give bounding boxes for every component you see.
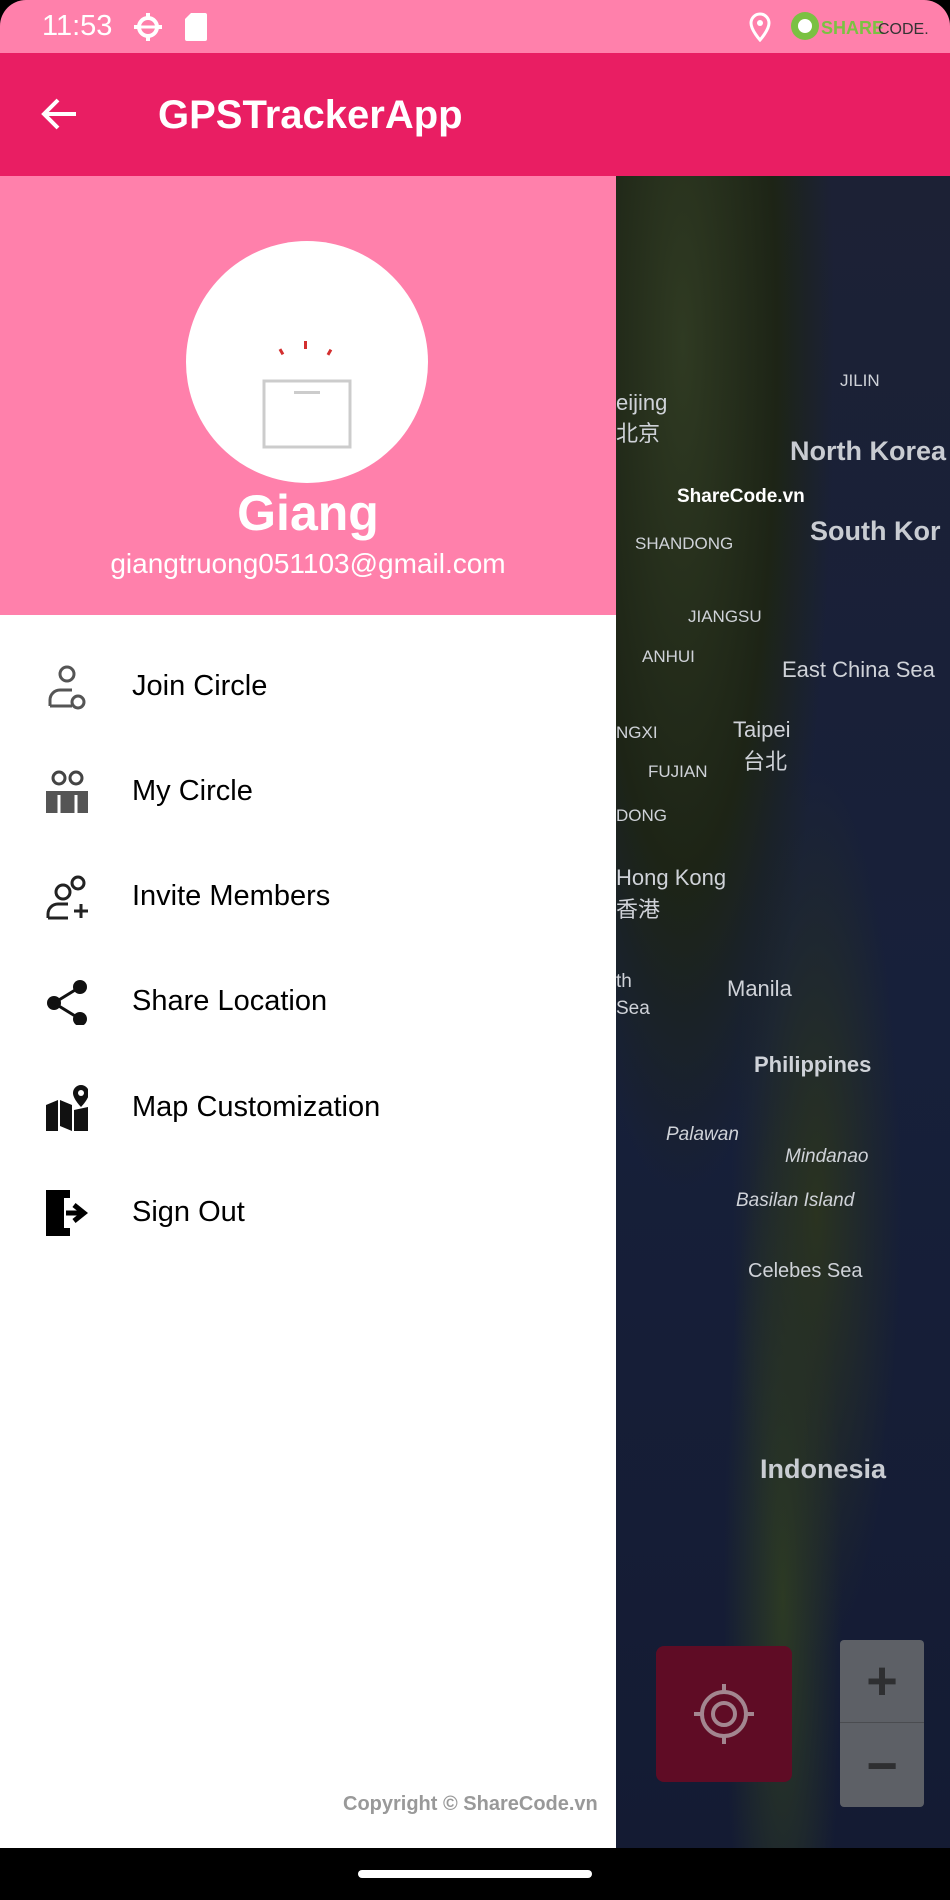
avatar[interactable] (186, 241, 428, 483)
menu-item-join-circle[interactable]: Join Circle (0, 634, 616, 739)
arrow-left-icon[interactable] (40, 96, 80, 132)
map-view[interactable]: JILIN North Korea ShareCode.vn South Kor… (616, 176, 950, 1848)
map-label: JILIN (840, 371, 880, 390)
share-icon (47, 979, 87, 1025)
menu-item-label: Sign Out (132, 1196, 245, 1228)
group-icon (46, 770, 88, 813)
menu-item-label: Invite Members (132, 880, 331, 912)
map-label: Palawan (666, 1124, 739, 1145)
home-gesture-handle[interactable] (358, 1870, 592, 1878)
settings-icon (134, 13, 162, 41)
zoom-out-button[interactable]: − (840, 1724, 924, 1807)
map-label: Manila (727, 976, 792, 1001)
map-label: DONG (616, 806, 667, 825)
map-label: NGXI (616, 723, 658, 742)
app-title: GPSTrackerApp (158, 93, 463, 137)
map-label: Indonesia (760, 1454, 887, 1484)
user-name: Giang (237, 485, 379, 541)
menu-item-sign-out[interactable]: Sign Out (0, 1160, 616, 1265)
map-label: Mindanao (785, 1146, 869, 1167)
map-label: 香港 (616, 897, 661, 922)
menu-item-label: My Circle (132, 775, 253, 807)
map-label: JIANGSU (688, 607, 762, 626)
map-label: 北京 (616, 421, 661, 446)
svg-text:CODE.vn: CODE.vn (878, 21, 928, 38)
map-label: North Korea (790, 436, 947, 466)
copyright-text: Copyright © ShareCode.vn (343, 1793, 598, 1815)
my-location-icon (694, 1684, 754, 1744)
map-label: eijing (616, 390, 668, 415)
map-label: South Kor (810, 516, 941, 546)
location-icon (749, 12, 771, 42)
menu-item-label: Join Circle (132, 670, 268, 702)
image-loading-icon (262, 341, 352, 449)
menu-item-label: Map Customization (132, 1091, 381, 1123)
zoom-controls: + − (840, 1640, 924, 1807)
user-email: giangtruong051103@gmail.com (110, 548, 506, 579)
status-bar: 11:53 SHARECODE.vn (0, 0, 950, 53)
menu-item-my-circle[interactable]: My Circle (0, 739, 616, 844)
map-label: 台北 (743, 749, 788, 774)
menu-item-invite-members[interactable]: Invite Members (0, 844, 616, 949)
map-pin-icon (46, 1084, 88, 1131)
map-label: Philippines (754, 1052, 872, 1077)
menu-item-label: Share Location (132, 985, 328, 1017)
map-label: Basilan Island (736, 1190, 855, 1211)
sharecode-watermark-logo: SHARECODE.vn (791, 12, 928, 40)
map-label: Taipei (733, 717, 791, 742)
sd-card-icon (185, 13, 207, 41)
drawer-header: Giang giangtruong051103@gmail.com (0, 176, 616, 615)
map-label: East China Sea (782, 657, 935, 682)
menu-item-map-customization[interactable]: Map Customization (0, 1055, 616, 1160)
zoom-in-button[interactable]: + (840, 1640, 924, 1723)
map-label: ShareCode.vn (677, 486, 805, 507)
my-location-button[interactable] (656, 1646, 792, 1782)
map-label: Hong Kong (616, 865, 727, 890)
menu-item-share-location[interactable]: Share Location (0, 949, 616, 1054)
navigation-drawer: Giang giangtruong051103@gmail.com Join C… (0, 176, 616, 1848)
map-label: Celebes Sea (748, 1260, 863, 1282)
status-time: 11:53 (42, 10, 113, 42)
map-label: SHANDONG (635, 534, 734, 553)
person-join-icon (48, 665, 86, 709)
map-label: th (616, 971, 632, 992)
map-label: Sea (616, 998, 650, 1019)
exit-icon (46, 1189, 88, 1236)
person-add-icon (46, 875, 88, 919)
svg-text:SHARE: SHARE (821, 18, 884, 38)
map-label: FUJIAN (648, 762, 708, 781)
map-label: ANHUI (642, 647, 695, 666)
app-bar: GPSTrackerApp (0, 53, 950, 176)
